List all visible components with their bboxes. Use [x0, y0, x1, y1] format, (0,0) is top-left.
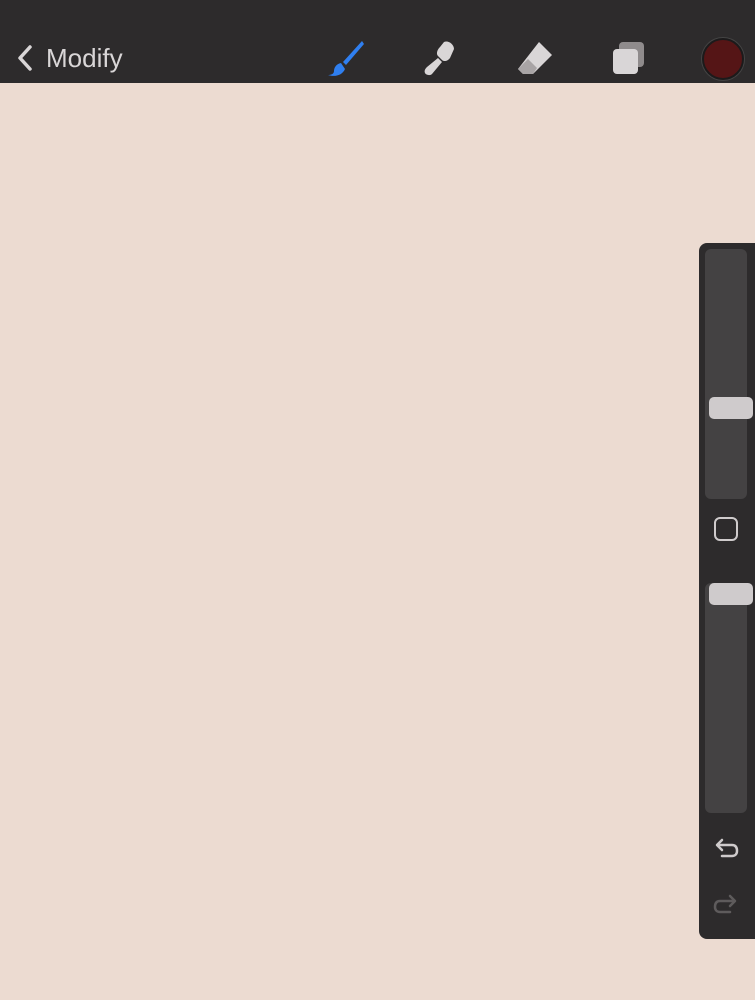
- brush-size-slider[interactable]: [705, 249, 753, 499]
- undo-button[interactable]: [712, 835, 740, 863]
- eraser-tool[interactable]: [515, 38, 555, 78]
- color-picker-button[interactable]: [702, 38, 744, 80]
- modify-back-button[interactable]: Modify: [14, 38, 123, 78]
- brush-icon: [328, 41, 364, 76]
- undo-icon: [715, 838, 739, 858]
- smudge-icon: [424, 41, 454, 76]
- layers-icon: [613, 42, 644, 74]
- redo-icon: [713, 894, 737, 914]
- opacity-handle[interactable]: [709, 583, 753, 605]
- side-controls: [699, 243, 755, 939]
- smudge-tool[interactable]: [420, 38, 460, 78]
- brush-tool[interactable]: [326, 38, 366, 78]
- modify-label: Modify: [46, 42, 123, 73]
- opacity-slider[interactable]: [705, 583, 753, 813]
- redo-button[interactable]: [712, 891, 740, 919]
- chevron-left-icon: [18, 45, 32, 71]
- eraser-icon: [518, 42, 552, 74]
- drawing-canvas[interactable]: [0, 83, 755, 1000]
- layers-tool[interactable]: [608, 38, 648, 78]
- modify-button[interactable]: [714, 517, 738, 541]
- brush-size-handle[interactable]: [709, 397, 753, 419]
- top-toolbar: Modify: [0, 0, 755, 83]
